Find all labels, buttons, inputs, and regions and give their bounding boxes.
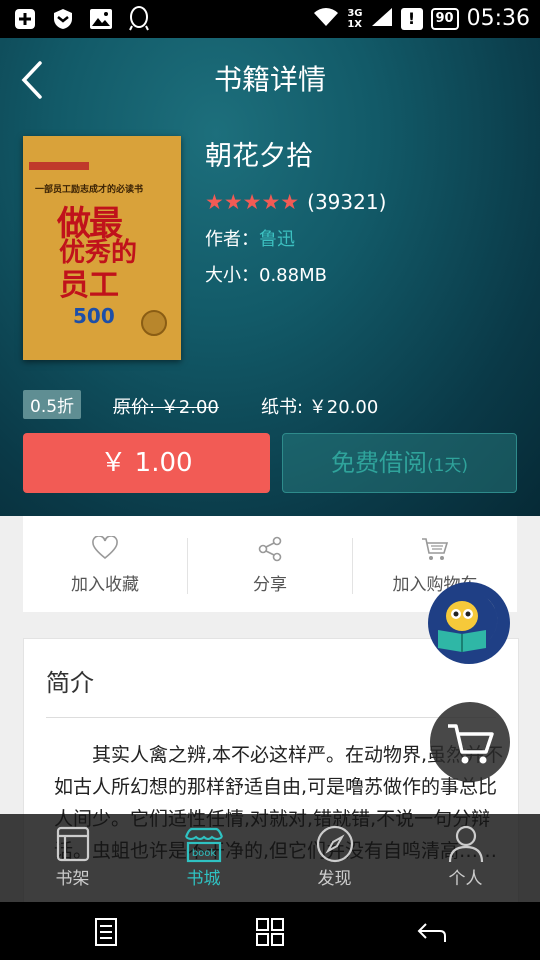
original-price: 原价: ￥2.00 bbox=[113, 397, 219, 418]
share-icon bbox=[188, 536, 352, 562]
qq-icon bbox=[126, 6, 152, 32]
borrow-label: 免费借阅 bbox=[330, 449, 427, 477]
network-indicator: 3G 1X bbox=[347, 8, 362, 30]
borrow-duration: (1天) bbox=[426, 456, 469, 476]
back-nav-button[interactable] bbox=[416, 916, 448, 948]
intro-heading: 简介 bbox=[46, 669, 94, 697]
home-button[interactable] bbox=[254, 916, 286, 948]
favorite-label: 加入收藏 bbox=[71, 575, 139, 595]
rating: ★★★★★ (39321) bbox=[205, 190, 386, 214]
author-link[interactable]: 鲁迅 bbox=[259, 229, 295, 250]
free-borrow-button[interactable]: 免费借阅(1天) bbox=[282, 433, 517, 493]
book-cover[interactable]: 一部员工励志成才的必读书 做最 优秀的 员工 500 bbox=[23, 136, 181, 360]
cover-seal-icon bbox=[141, 310, 167, 336]
bookshelf-icon bbox=[5, 824, 140, 864]
alert-icon: ! bbox=[400, 7, 423, 30]
signal-icon bbox=[371, 7, 393, 31]
grid-icon bbox=[256, 918, 284, 946]
rating-stars-icon: ★★★★★ bbox=[205, 190, 300, 214]
file-size: 大小：0.88MB bbox=[205, 265, 327, 286]
add-icon bbox=[12, 6, 38, 32]
document-icon bbox=[95, 918, 117, 946]
rating-count: (39321) bbox=[307, 190, 387, 214]
buy-button[interactable]: ￥ 1.00 bbox=[23, 433, 270, 493]
shield-icon bbox=[50, 6, 76, 32]
divider bbox=[46, 717, 496, 718]
page-title: 书籍详情 bbox=[213, 63, 326, 96]
discount-badge: 0.5折 bbox=[23, 390, 82, 419]
cart-icon bbox=[353, 536, 517, 562]
net-top-label: 3G bbox=[347, 7, 363, 19]
tab-discover-label: 发现 bbox=[317, 869, 352, 889]
wifi-icon bbox=[313, 7, 339, 31]
cart-icon bbox=[448, 724, 494, 764]
image-icon bbox=[88, 6, 114, 32]
paper-book-price: 纸书: ￥20.00 bbox=[261, 397, 379, 418]
cover-badge bbox=[29, 162, 89, 170]
cover-subtitle: 一部员工励志成才的必读书 bbox=[35, 185, 144, 195]
tab-discover[interactable]: 发现 bbox=[267, 814, 402, 902]
clock: 05:36 bbox=[466, 6, 530, 31]
status-bar: 3G 1X ! 90 05:36 bbox=[0, 0, 540, 38]
book-header: 书籍详情 一部员工励志成才的必读书 做最 优秀的 员工 500 朝花夕拾 ★★★… bbox=[0, 38, 540, 516]
bookstore-icon: book bbox=[136, 824, 271, 864]
system-nav-bar bbox=[0, 902, 540, 960]
battery-indicator: 90 bbox=[430, 7, 459, 30]
tab-bookshelf[interactable]: 书架 bbox=[5, 814, 140, 902]
return-icon bbox=[417, 923, 446, 942]
owl-reader-icon bbox=[429, 583, 509, 663]
reading-assistant-button[interactable] bbox=[428, 582, 510, 664]
compass-icon bbox=[267, 824, 402, 864]
tab-profile[interactable]: 个人 bbox=[398, 814, 533, 902]
bottom-tab-bar: 书架 book 书城 发现 个人 bbox=[0, 814, 540, 902]
author-row: 作者：鲁迅 bbox=[205, 225, 295, 251]
cover-title-line3: 员工 bbox=[59, 268, 119, 303]
cover-number: 500 bbox=[73, 304, 115, 328]
heart-icon bbox=[23, 535, 187, 562]
menu-button[interactable] bbox=[90, 916, 122, 948]
person-icon bbox=[398, 824, 533, 864]
net-bottom-label: 1X bbox=[347, 18, 362, 30]
favorite-button[interactable]: 加入收藏 bbox=[23, 516, 187, 612]
share-label: 分享 bbox=[253, 575, 287, 595]
share-button[interactable]: 分享 bbox=[188, 516, 352, 612]
book-title: 朝花夕拾 bbox=[205, 141, 313, 172]
svg-text:book: book bbox=[191, 848, 216, 859]
tab-bookstore-label: 书城 bbox=[186, 869, 221, 889]
tab-profile-label: 个人 bbox=[448, 869, 483, 889]
tab-bookstore[interactable]: book 书城 bbox=[136, 814, 271, 902]
tab-bookshelf-label: 书架 bbox=[55, 869, 90, 889]
author-label: 作者： bbox=[205, 229, 259, 250]
floating-cart-button[interactable] bbox=[430, 702, 510, 782]
